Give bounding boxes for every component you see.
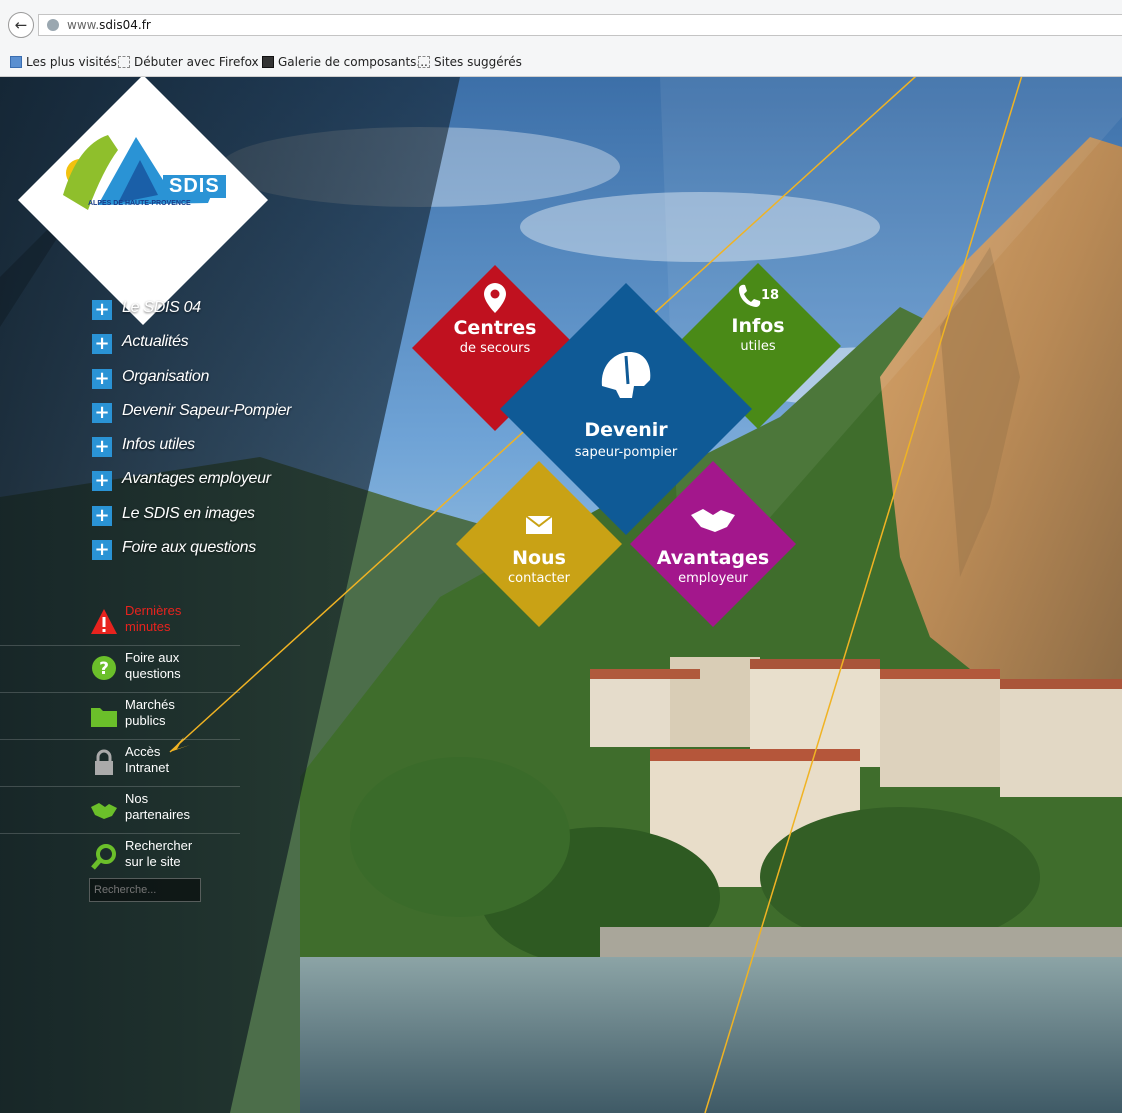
logo-subtitle: ALPES DE HAUTE-PROVENCE xyxy=(88,200,191,207)
webpage: SDIS ALPES DE HAUTE-PROVENCE + Le SDIS 04… xyxy=(0,77,1122,1113)
bookmark-icon xyxy=(418,56,430,68)
question-icon: ? xyxy=(92,656,116,680)
tile-diamond xyxy=(456,461,622,627)
search-icon xyxy=(91,844,116,870)
tile-title: Nous xyxy=(512,547,566,569)
envelope-icon xyxy=(525,515,553,534)
folder-icon xyxy=(91,708,117,727)
plus-icon: + xyxy=(92,300,112,320)
bookmark-most-visited[interactable]: Les plus visités xyxy=(10,55,117,69)
quick-link-nos-partenaires[interactable]: Nos partenaires xyxy=(0,787,240,834)
bookmark-suggested-sites[interactable]: Sites suggérés xyxy=(418,55,522,69)
quick-link-dernieres-minutes[interactable]: Dernières minutes xyxy=(0,599,240,646)
plus-icon: + xyxy=(92,402,112,423)
plus-icon: + xyxy=(92,334,112,355)
bookmarks-bar: Les plus visités Débuter avec Firefox Ga… xyxy=(0,50,1122,77)
handshake-icon xyxy=(691,509,735,532)
tile-subtitle: sapeur-pompier xyxy=(574,445,678,460)
svg-text:18: 18 xyxy=(761,288,779,303)
handshake-icon xyxy=(91,803,117,819)
lock-icon xyxy=(95,749,113,775)
globe-icon xyxy=(47,19,59,31)
plus-icon: + xyxy=(92,368,112,389)
alert-icon xyxy=(91,609,117,634)
site-logo[interactable]: SDIS ALPES DE HAUTE-PROVENCE xyxy=(18,77,268,325)
browser-toolbar: ← www.sdis04.fr xyxy=(0,0,1122,51)
url-text: www.sdis04.fr xyxy=(67,18,151,32)
tile-diamond xyxy=(630,461,796,627)
quick-links: Dernières minutes ? Foire aux questions Ma… xyxy=(0,599,240,880)
plus-icon: + xyxy=(92,471,112,492)
plus-icon: + xyxy=(92,437,112,458)
svg-text:?: ? xyxy=(99,659,109,679)
quick-link-rechercher[interactable]: Rechercher sur le site xyxy=(0,834,240,880)
tile-nous-contacter[interactable]: Nous contacter xyxy=(456,461,622,627)
quick-link-acces-intranet[interactable]: Accès Intranet xyxy=(0,740,240,787)
tile-title: Avantages xyxy=(656,547,770,569)
quick-link-foire-aux-questions[interactable]: ? Foire aux questions xyxy=(0,646,240,693)
back-button[interactable]: ← xyxy=(8,12,34,38)
tile-title: Devenir xyxy=(584,419,668,441)
firefighter-helmet-icon xyxy=(601,352,651,398)
bookmark-icon xyxy=(262,56,274,68)
address-bar[interactable]: www.sdis04.fr xyxy=(38,14,1122,36)
plus-icon: + xyxy=(92,540,112,561)
tile-subtitle: employeur xyxy=(678,571,748,586)
bookmark-icon xyxy=(10,56,22,68)
logo-brand: SDIS xyxy=(163,175,226,198)
search-input[interactable] xyxy=(89,878,201,902)
bookmark-icon xyxy=(118,56,130,68)
bookmark-web-slice-gallery[interactable]: Galerie de composants... xyxy=(262,55,428,69)
bookmark-getting-started[interactable]: Débuter avec Firefox xyxy=(118,55,259,69)
plus-icon: + xyxy=(92,505,112,526)
tile-avantages-employeur[interactable]: Avantages employeur xyxy=(630,461,796,627)
quick-link-marches-publics[interactable]: Marchés publics xyxy=(0,693,240,740)
tile-subtitle: contacter xyxy=(508,571,570,586)
